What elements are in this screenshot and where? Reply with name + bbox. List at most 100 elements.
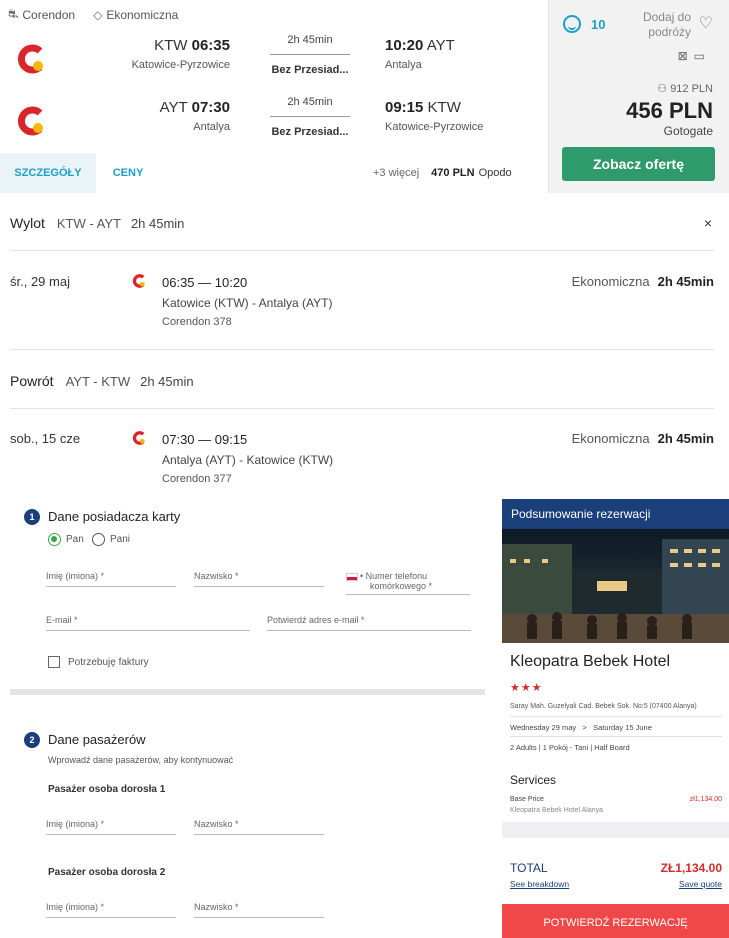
- tab-prices[interactable]: CENY: [96, 153, 160, 193]
- passengers-subtitle: Wprowadź dane pasażerów, aby kontynuować: [48, 755, 234, 765]
- booking-summary: Podsumowanie rezerwacji Kleopatra Bebek …: [502, 499, 729, 938]
- return-header: Powrót AYT - KTW 2h 45min: [10, 373, 714, 389]
- return-flight-number: Corendon 377: [162, 473, 232, 485]
- arrow-icon: >: [582, 723, 587, 732]
- corendon-logo-icon: [18, 106, 43, 136]
- passengers-form: 2 Dane pasażerów Wprowadź dane pasażerów…: [10, 718, 485, 938]
- return-leg: AYT 07:30 Antalya 2h 45min Bez Przesiad.…: [0, 96, 548, 146]
- card-payment-icon: ▭: [693, 49, 711, 63]
- corendon-logo-icon: [18, 44, 43, 74]
- flight-result-card: ⛐ Corendon ◇ Ekonomiczna KTW 06:35 Katow…: [0, 0, 729, 193]
- price-panel: 10 Dodaj do podróży ♡ ⊠▭ ⚇ 912 PLN 456 P…: [548, 0, 729, 193]
- passenger-1-title: Pasażer osoba dorosła 1: [48, 784, 166, 795]
- rating: 10: [563, 15, 605, 33]
- divider: [10, 250, 714, 251]
- people-icon: ⚇: [657, 83, 671, 95]
- tag-icon: ◇: [93, 8, 103, 22]
- passenger-2-last-name[interactable]: Nazwisko *: [194, 902, 324, 918]
- flight-duration: 2h 45min: [287, 34, 333, 46]
- passengers-title: Dane pasażerów: [48, 732, 146, 747]
- card-tabs: SZCZEGÓŁY CENY +3 więcej 470 PLN Opodo: [0, 153, 548, 193]
- flight-duration: 2h 45min: [287, 96, 333, 108]
- step-number: 1: [24, 509, 40, 525]
- base-price-value: zł1,134.00: [689, 796, 722, 803]
- hotel-address: Saray Mah. Guzelyali Cad. Bebek Sok. No:…: [510, 703, 697, 710]
- card-meta: ⛐ Corendon ◇ Ekonomiczna: [8, 7, 178, 23]
- divider: [10, 408, 714, 409]
- confirm-email-field[interactable]: Potwierdź adres e-mail *: [267, 615, 471, 631]
- rating-value: 10: [591, 16, 606, 32]
- separator: [502, 822, 729, 838]
- heart-icon[interactable]: ♡: [699, 16, 713, 32]
- departure: KTW 06:35: [154, 37, 230, 54]
- poland-flag-icon[interactable]: [346, 572, 358, 581]
- passenger-2-first-name[interactable]: Imię (imiona) *: [46, 902, 176, 918]
- passenger-1-first-name[interactable]: Imię (imiona) *: [46, 819, 176, 835]
- hotel-name: Kleopatra Bebek Hotel: [510, 653, 671, 670]
- more-offers-count: +3 więcej: [373, 167, 420, 179]
- first-name-field[interactable]: Imię (imiona) *: [46, 571, 176, 587]
- arrival: 10:20 AYT: [385, 37, 455, 54]
- more-offers[interactable]: +3 więcej 470 PLN Opodo: [373, 167, 512, 179]
- amenities: ⊠▭: [678, 49, 711, 63]
- cardholder-form: 1 Dane posiadacza karty Pan Pani Imię (i…: [10, 495, 485, 695]
- return-route-full: Antalya (AYT) - Katowice (KTW): [162, 453, 334, 467]
- seat-icon: ⛐: [8, 7, 19, 21]
- corendon-logo-icon: [132, 431, 145, 445]
- arrival-city: Antalya: [385, 59, 422, 71]
- stops-info: Bez Przesiad...: [271, 64, 349, 76]
- radio-mr[interactable]: Pan: [48, 533, 84, 546]
- duration-line: [270, 116, 350, 117]
- passenger-1-last-name[interactable]: Nazwisko *: [194, 819, 324, 835]
- cabin-class: Ekonomiczna: [106, 8, 179, 22]
- stops-info: Bez Przesiad...: [271, 126, 349, 138]
- departure-city: Katowice-Pyrzowice: [131, 59, 230, 71]
- smile-icon: [563, 15, 581, 33]
- arrival: 09:15 KTW: [385, 99, 461, 116]
- duration-line: [270, 54, 350, 55]
- room-info: 2 Adults | 1 Pokój - Tani | Half Board: [510, 743, 630, 752]
- summary-header: Podsumowanie rezerwacji: [502, 499, 729, 529]
- gutter: [485, 495, 502, 938]
- total-price-for-two: ⚇ 912 PLN: [657, 83, 713, 95]
- outbound-duration: 2h 45min: [130, 216, 185, 231]
- no-baggage-icon: ⊠: [677, 49, 694, 63]
- save-quote-link[interactable]: Save quote: [679, 879, 722, 889]
- see-breakdown-link[interactable]: See breakdown: [510, 879, 569, 889]
- last-name-field[interactable]: Nazwisko *: [194, 571, 324, 587]
- departure: AYT 07:30: [159, 99, 230, 116]
- add-to-trip[interactable]: Dodaj do podróży ♡: [643, 10, 713, 40]
- base-price-hotel: Kleopatra Bebek Hotel Alanya: [510, 807, 604, 814]
- itinerary-panel: ⛐ Corendon ◇ Ekonomiczna KTW 06:35 Katow…: [0, 0, 548, 193]
- outbound-date: śr., 29 maj: [10, 274, 70, 289]
- radio-mrs[interactable]: Pani: [92, 533, 130, 546]
- airline-name: Corendon: [22, 8, 76, 22]
- tab-details[interactable]: SZCZEGÓŁY: [0, 153, 96, 193]
- divider: [10, 349, 714, 350]
- outbound-times: 06:35 — 10:20: [162, 275, 248, 290]
- cardholder-title: Dane posiadacza karty: [48, 509, 181, 524]
- see-offer-button[interactable]: Zobacz ofertę: [562, 147, 715, 181]
- total-value: ZŁ1,134.00: [660, 861, 722, 875]
- email-field[interactable]: E-mail *: [46, 615, 250, 631]
- return-cabin: Ekonomiczna 2h 45min: [571, 431, 714, 446]
- stay-dates: Wednesday 29 may > Saturday 15 June: [510, 723, 652, 732]
- outbound-cabin: Ekonomiczna 2h 45min: [571, 274, 714, 289]
- seller: Gotogate: [663, 124, 713, 138]
- base-price-label: Base Price: [510, 796, 544, 803]
- step-number: 2: [24, 732, 40, 748]
- invoice-checkbox[interactable]: Potrzebuję faktury: [48, 656, 149, 668]
- phone-field[interactable]: • Numer telefonu komórkowego *: [346, 571, 470, 595]
- outbound-title: Wylot: [10, 215, 45, 231]
- corendon-logo-icon: [132, 274, 145, 288]
- return-title: Powrót: [10, 373, 54, 389]
- close-icon[interactable]: ×: [704, 215, 712, 231]
- arrival-city: Katowice-Pyrzowice: [385, 121, 484, 133]
- more-offers-price: 470 PLN: [431, 167, 475, 179]
- outbound-leg: KTW 06:35 Katowice-Pyrzowice 2h 45min Be…: [0, 34, 548, 84]
- total-label: TOTAL: [510, 861, 548, 875]
- return-route: AYT - KTW: [65, 374, 131, 389]
- confirm-booking-button[interactable]: POTWIERDŹ REZERWACJĘ: [502, 904, 729, 938]
- outbound-flight-number: Corendon 378: [162, 316, 232, 328]
- return-date: sob., 15 cze: [10, 431, 81, 446]
